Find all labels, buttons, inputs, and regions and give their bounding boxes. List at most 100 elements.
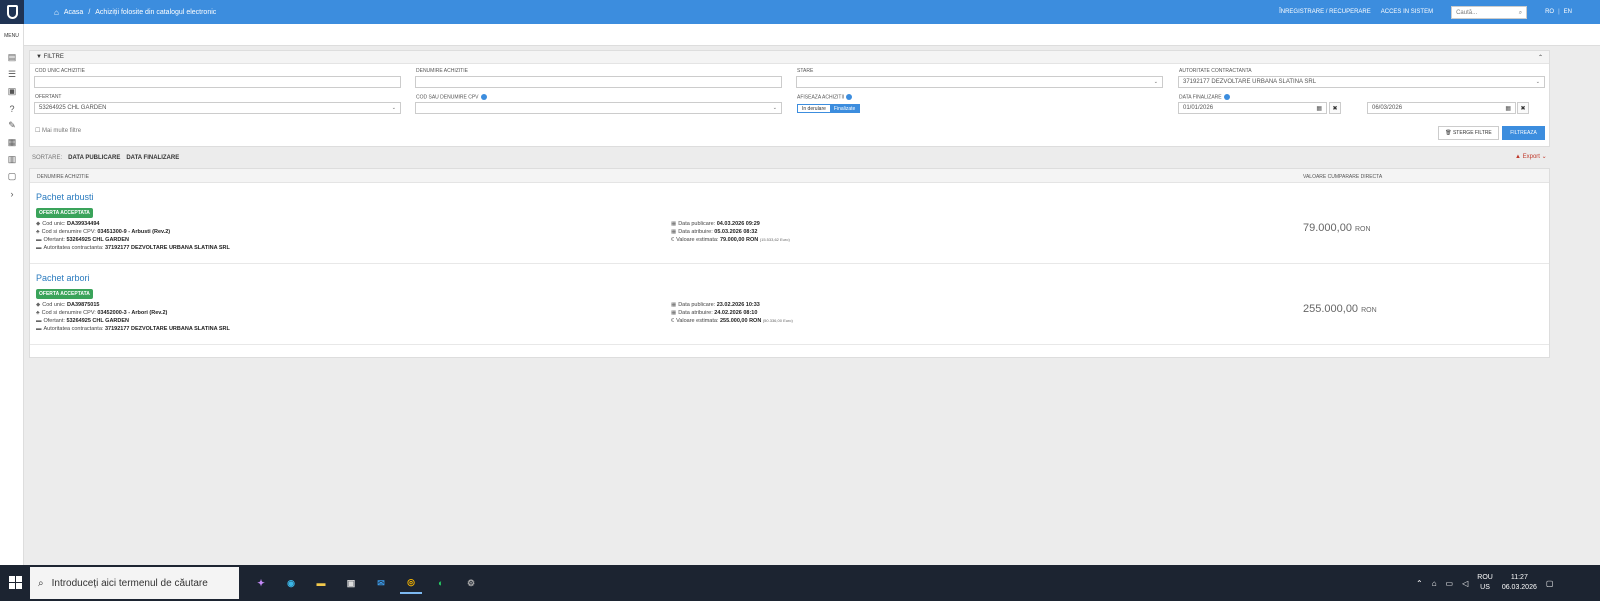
- battery-icon[interactable]: ▭: [1446, 579, 1454, 588]
- afiseaza-label-text: AFISEAZA ACHIZITII: [797, 94, 845, 101]
- info-icon[interactable]: [846, 94, 853, 100]
- filters-header[interactable]: ▼ FILTRE ⌃: [30, 51, 1549, 64]
- register-link[interactable]: ÎNREGISTRARE / RECUPERARE: [1279, 9, 1371, 15]
- building-icon: ▬: [36, 326, 42, 332]
- sort-label: SORTARE:: [32, 155, 63, 161]
- autoritate-select[interactable]: 37192177 DEZVOLTARE URBANA SLATINA SRL ⌄: [1178, 76, 1545, 88]
- sort-row: SORTARE: DATA PUBLICARE DATA FINALIZARE: [32, 155, 179, 161]
- cod-unic-input[interactable]: [34, 76, 401, 88]
- afiseaza-toggle: In derulare Finalizate: [797, 104, 861, 113]
- date-to-value: 06/03/2026: [1372, 105, 1403, 111]
- help-icon[interactable]: ?: [0, 100, 24, 117]
- expand-icon[interactable]: ›: [0, 185, 24, 202]
- date-to-input[interactable]: 06/03/2026 ▦: [1367, 102, 1516, 114]
- denumire-input[interactable]: [415, 76, 782, 88]
- whatsapp-icon[interactable]: ◐: [430, 572, 452, 594]
- valoare-estimata: € Valoare estimata: 79.000,00 RON (15.533…: [671, 237, 790, 243]
- cod-unic: ◆ Cod unic: DA39875015: [36, 302, 100, 308]
- data-atribuire: ▦ Data atribuire: 05.03.2026 08:32: [671, 229, 758, 235]
- layout-icon[interactable]: ▥: [0, 151, 24, 168]
- chevron-down-icon: ⌄: [1153, 79, 1158, 85]
- euro-icon: €: [671, 237, 675, 243]
- date-from-input[interactable]: 01/01/2026 ▦: [1178, 102, 1327, 114]
- home-icon[interactable]: ⌂: [54, 8, 59, 17]
- calendar-icon[interactable]: ▦: [1316, 105, 1322, 112]
- copilot-icon[interactable]: ✦: [250, 572, 272, 594]
- taskbar: ⌕ Introduceți aici termenul de căutare ✦…: [0, 565, 1600, 601]
- col-valoare[interactable]: VALOARE CUMPARARE DIRECTA: [1303, 174, 1382, 180]
- toggle-in-derulare[interactable]: In derulare: [798, 105, 830, 112]
- chevron-up-icon[interactable]: ⌃: [1416, 579, 1423, 588]
- building-icon: ▬: [36, 245, 42, 251]
- sort-data-finalizare[interactable]: DATA FINALIZARE: [126, 155, 179, 161]
- notification-icon[interactable]: ▢: [1546, 579, 1554, 588]
- logo[interactable]: [0, 0, 24, 24]
- tools-icon[interactable]: ✎: [0, 117, 24, 134]
- status-badge: OFERTA ACCEPTATA: [36, 208, 93, 218]
- item-title[interactable]: Pachet arbusti: [36, 192, 94, 202]
- menu-toggle[interactable]: MENU: [0, 33, 23, 39]
- taskbar-search-placeholder: Introduceți aici termenul de căutare: [51, 577, 208, 589]
- app-icon[interactable]: ⚙: [460, 572, 482, 594]
- autoritate-label: AUTORITATE CONTRACTANTA: [1179, 68, 1252, 74]
- export-button[interactable]: ▲ Export ⌄: [1515, 153, 1547, 160]
- list-item: Pachet arbusti OFERTA ACCEPTATA ◆ Cod uni…: [30, 184, 1549, 264]
- volume-icon[interactable]: ◁: [1462, 579, 1468, 588]
- search-icon[interactable]: ⌕: [1519, 10, 1522, 16]
- collapse-icon[interactable]: ⌃: [1538, 54, 1543, 61]
- clear-date-to-button[interactable]: ✖: [1517, 102, 1529, 114]
- info-icon[interactable]: [1223, 94, 1230, 100]
- clear-filters-label: STERGE FILTRE: [1452, 130, 1492, 136]
- more-filters-label: Mai multe filtre: [42, 128, 82, 134]
- col-denumire[interactable]: DENUMIRE ACHIZITIE: [37, 174, 89, 180]
- ofertant-select[interactable]: 53264925 CHL GARDEN ⌄: [34, 102, 401, 114]
- ofertant: ▬ Ofertant: 53264925 CHL GARDEN: [36, 237, 130, 243]
- calendar-icon[interactable]: ▦: [1505, 105, 1511, 112]
- data-atribuire: ▦ Data atribuire: 24.02.2026 08:10: [671, 310, 758, 316]
- info-icon[interactable]: [480, 94, 487, 100]
- toggle-finalizate[interactable]: Finalizate: [829, 105, 860, 112]
- store-icon[interactable]: ▣: [340, 572, 362, 594]
- more-filters-checkbox[interactable]: ☐ Mai multe filtre: [35, 127, 81, 134]
- cpv-select[interactable]: ⌄: [415, 102, 782, 114]
- chevron-down-icon: ⌄: [1535, 79, 1540, 85]
- lang-separator: |: [1558, 9, 1560, 15]
- lang-ro[interactable]: RO: [1545, 9, 1554, 15]
- chrome-icon[interactable]: ◎: [400, 572, 422, 594]
- search-input[interactable]: Caută... ⌕: [1451, 5, 1528, 19]
- item-title[interactable]: Pachet arbori: [36, 273, 90, 283]
- clear-filters-button[interactable]: 🗑︎ STERGE FILTRE: [1438, 126, 1499, 140]
- login-link[interactable]: ACCES IN SISTEM: [1381, 9, 1433, 15]
- book-icon[interactable]: ▣: [0, 83, 24, 100]
- calendar-icon: ▦: [671, 229, 677, 235]
- language-indicator[interactable]: ROU US: [1477, 573, 1493, 593]
- item-value: 79.000,00 RON: [1303, 222, 1371, 234]
- stare-select[interactable]: ⌄: [796, 76, 1163, 88]
- lang-en[interactable]: EN: [1564, 9, 1572, 15]
- breadcrumb-home[interactable]: Acasa: [64, 9, 83, 16]
- autoritate: ▬ Autoritatea contractanta: 37192177 DEZV…: [36, 245, 230, 251]
- data-publicare: ▦ Data publicare: 23.02.2026 10:33: [671, 302, 760, 308]
- valoare-estimata: € Valoare estimata: 255.000,00 RON (50.33…: [671, 318, 793, 324]
- file-explorer-icon[interactable]: ▬: [310, 572, 332, 594]
- document-icon[interactable]: ▤: [0, 49, 24, 66]
- chevron-down-icon: ⌄: [391, 105, 396, 111]
- outlook-icon[interactable]: ✉: [370, 572, 392, 594]
- filter-icon: ▼: [36, 54, 42, 60]
- top-right-area: ÎNREGISTRARE / RECUPERARE ACCES IN SISTE…: [1279, 0, 1600, 24]
- edge-icon[interactable]: ◉: [280, 572, 302, 594]
- chat-icon[interactable]: ▢: [0, 168, 24, 185]
- trash-icon: 🗑︎: [1445, 130, 1452, 136]
- windows-start-icon[interactable]: [9, 576, 22, 589]
- clear-date-from-button[interactable]: ✖: [1329, 102, 1341, 114]
- taskbar-search[interactable]: ⌕ Introduceți aici termenul de căutare: [30, 567, 239, 599]
- filters-title: FILTRE: [43, 54, 64, 60]
- data-finalizare-label: DATA FINALIZARE: [1179, 94, 1230, 100]
- network-icon[interactable]: ⌂: [1432, 579, 1437, 588]
- sort-data-publicare[interactable]: DATA PUBLICARE: [68, 155, 120, 161]
- list-icon[interactable]: ☰: [0, 66, 24, 83]
- id-card-icon[interactable]: ▦: [0, 134, 24, 151]
- filter-button[interactable]: FILTREAZA: [1502, 126, 1545, 140]
- clock[interactable]: 11:27 06.03.2026: [1502, 573, 1537, 593]
- shield-icon: [6, 5, 18, 19]
